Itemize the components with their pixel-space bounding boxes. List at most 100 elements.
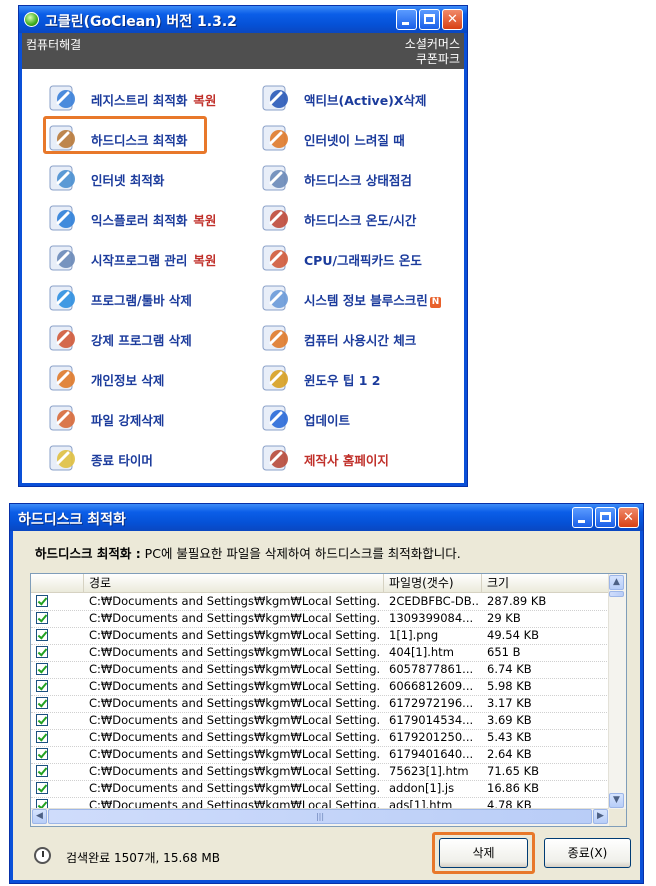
restore-link[interactable]: 복원	[193, 253, 216, 268]
right-menu-item-6[interactable]: 컴퓨터 사용시간 체크	[259, 321, 454, 355]
menu-label-text: 윈도우 팁 1 2	[304, 373, 381, 388]
right-menu-item-7[interactable]: 윈도우 팁 1 2	[259, 361, 454, 395]
row-checkbox[interactable]	[36, 595, 48, 607]
minimize-button[interactable]	[396, 9, 417, 30]
table-row[interactable]: C:₩Documents and Settings₩kgm₩Local Sett…	[31, 729, 609, 747]
update-up-icon	[259, 401, 293, 435]
right-menu-item-2[interactable]: 하드디스크 상태점검	[259, 161, 454, 195]
right-menu-item-0[interactable]: 액티브(Active)X삭제	[259, 81, 454, 115]
exit-button[interactable]: 종료(X)	[544, 838, 631, 868]
scroll-right-button[interactable]: ▶	[593, 809, 608, 824]
right-menu-item-5[interactable]: 시스템 정보 블루스크린 N	[259, 281, 454, 315]
new-badge: N	[429, 297, 442, 308]
row-checkbox[interactable]	[36, 612, 48, 624]
column-size[interactable]: 크기	[482, 574, 612, 592]
activex-icon	[259, 81, 293, 115]
horizontal-scroll-thumb[interactable]: |||	[48, 809, 592, 824]
row-filename: 75623[1].htm	[389, 764, 469, 778]
row-path: C:₩Documents and Settings₩kgm₩Local Sett…	[89, 645, 381, 659]
row-checkbox[interactable]	[36, 782, 48, 794]
delete-button[interactable]: 삭제	[439, 838, 528, 868]
disk-minimize-button[interactable]	[572, 507, 593, 528]
table-row[interactable]: C:₩Documents and Settings₩kgm₩Local Sett…	[31, 712, 609, 730]
row-checkbox[interactable]	[36, 629, 48, 641]
right-menu-item-8[interactable]: 업데이트	[259, 401, 454, 435]
scroll-down-button[interactable]: ▼	[609, 793, 624, 808]
menu-label-text: 하드디스크 상태점검	[304, 173, 412, 188]
right-menu-item-1[interactable]: 인터넷이 느려질 때	[259, 121, 454, 155]
disk-title-bar[interactable]: 하드디스크 최적화 ✕	[10, 504, 643, 531]
left-menu-item-9[interactable]: 종료 타이머	[46, 441, 241, 475]
right-menu-item-3[interactable]: 하드디스크 온도/시간	[259, 201, 454, 235]
table-row[interactable]: C:₩Documents and Settings₩kgm₩Local Sett…	[31, 678, 609, 696]
right-menu-item-4[interactable]: CPU/그래픽카드 온도	[259, 241, 454, 275]
menu-label-text: 레지스트리 최적화	[91, 93, 188, 108]
vertical-scrollbar[interactable]: ▲ ▼	[608, 574, 626, 809]
left-menu-item-5[interactable]: 프로그램/툴바 삭제	[46, 281, 241, 315]
left-menu-item-8[interactable]: 파일 강제삭제	[46, 401, 241, 435]
horizontal-scrollbar[interactable]: ◀ ||| ▶	[31, 808, 609, 826]
row-filename: 6057877861...	[389, 662, 474, 676]
menu-computer-fix[interactable]: 컴퓨터해결	[26, 36, 81, 53]
table-row[interactable]: C:₩Documents and Settings₩kgm₩Local Sett…	[31, 644, 609, 662]
file-list[interactable]: 경로 파일명(갯수) 크기 C:₩Documents and Settings₩…	[30, 573, 627, 827]
left-menu-item-2[interactable]: 인터넷 최적화	[46, 161, 241, 195]
file-delete-icon	[46, 401, 80, 435]
row-filename: 6179201250...	[389, 730, 474, 744]
file-list-rows: C:₩Documents and Settings₩kgm₩Local Sett…	[31, 593, 609, 809]
table-row[interactable]: C:₩Documents and Settings₩kgm₩Local Sett…	[31, 763, 609, 781]
table-row[interactable]: C:₩Documents and Settings₩kgm₩Local Sett…	[31, 593, 609, 611]
menu-label-text: 파일 강제삭제	[91, 413, 165, 428]
system-info-icon	[259, 281, 293, 315]
menu-label-text: 하드디스크 온도/시간	[304, 213, 417, 228]
row-path: C:₩Documents and Settings₩kgm₩Local Sett…	[89, 764, 381, 778]
row-checkbox[interactable]	[36, 680, 48, 692]
disk-optimize-window: 하드디스크 최적화 ✕ 하드디스크 최적화 : PC에 불필요한 파일을 삭제하…	[9, 503, 644, 884]
row-path: C:₩Documents and Settings₩kgm₩Local Sett…	[89, 696, 381, 710]
disk-description-text: PC에 불필요한 파일을 삭제하여 하드디스크를 최적화합니다.	[140, 546, 461, 561]
column-check[interactable]	[31, 574, 84, 592]
table-row[interactable]: C:₩Documents and Settings₩kgm₩Local Sett…	[31, 695, 609, 713]
restore-link[interactable]: 복원	[193, 213, 216, 228]
row-checkbox[interactable]	[36, 714, 48, 726]
disk-close-button[interactable]: ✕	[618, 507, 639, 528]
row-checkbox[interactable]	[36, 748, 48, 760]
column-path[interactable]: 경로	[84, 574, 384, 592]
restore-link[interactable]: 복원	[193, 93, 216, 108]
left-menu-item-0[interactable]: 레지스트리 최적화 복원	[46, 81, 241, 115]
table-row[interactable]: C:₩Documents and Settings₩kgm₩Local Sett…	[31, 746, 609, 764]
left-menu-item-6[interactable]: 강제 프로그램 삭제	[46, 321, 241, 355]
row-checkbox[interactable]	[36, 765, 48, 777]
menu-label-text: 인터넷 최적화	[91, 173, 165, 188]
row-checkbox[interactable]	[36, 731, 48, 743]
table-row[interactable]: C:₩Documents and Settings₩kgm₩Local Sett…	[31, 661, 609, 679]
left-menu-item-3[interactable]: 익스플로러 최적화 복원	[46, 201, 241, 235]
left-menu-label-6: 강제 프로그램 삭제	[91, 330, 192, 349]
scroll-up-button[interactable]: ▲	[609, 575, 624, 590]
left-menu-item-4[interactable]: 시작프로그램 관리 복원	[46, 241, 241, 275]
goclean-app-icon	[24, 12, 39, 27]
status-clock-icon	[34, 847, 51, 864]
table-row[interactable]: C:₩Documents and Settings₩kgm₩Local Sett…	[31, 627, 609, 645]
row-checkbox[interactable]	[36, 646, 48, 658]
column-filename[interactable]: 파일명(갯수)	[384, 574, 482, 592]
table-row[interactable]: C:₩Documents and Settings₩kgm₩Local Sett…	[31, 610, 609, 628]
close-button[interactable]: ✕	[442, 9, 463, 30]
table-row[interactable]: C:₩Documents and Settings₩kgm₩Local Sett…	[31, 780, 609, 798]
menu-coupon-park[interactable]: 쿠폰파크	[416, 50, 460, 67]
minimize-icon	[578, 520, 585, 523]
right-menu-item-9[interactable]: 제작사 홈페이지	[259, 441, 454, 475]
maximize-button[interactable]	[419, 9, 440, 30]
row-checkbox[interactable]	[36, 663, 48, 675]
vertical-scroll-thumb[interactable]	[609, 591, 624, 597]
left-menu-item-7[interactable]: 개인정보 삭제	[46, 361, 241, 395]
row-checkbox[interactable]	[36, 697, 48, 709]
menu-label-text: CPU/그래픽카드 온도	[304, 253, 422, 268]
scroll-left-button[interactable]: ◀	[32, 809, 47, 824]
main-title-bar[interactable]: 고클린(GoClean) 버전 1.3.2 ✕	[19, 6, 467, 33]
row-size: 49.54 KB	[487, 628, 540, 642]
menu-label-text: 업데이트	[304, 413, 351, 428]
row-path: C:₩Documents and Settings₩kgm₩Local Sett…	[89, 747, 381, 761]
disk-maximize-button[interactable]	[595, 507, 616, 528]
row-filename: 1[1].png	[389, 628, 439, 642]
